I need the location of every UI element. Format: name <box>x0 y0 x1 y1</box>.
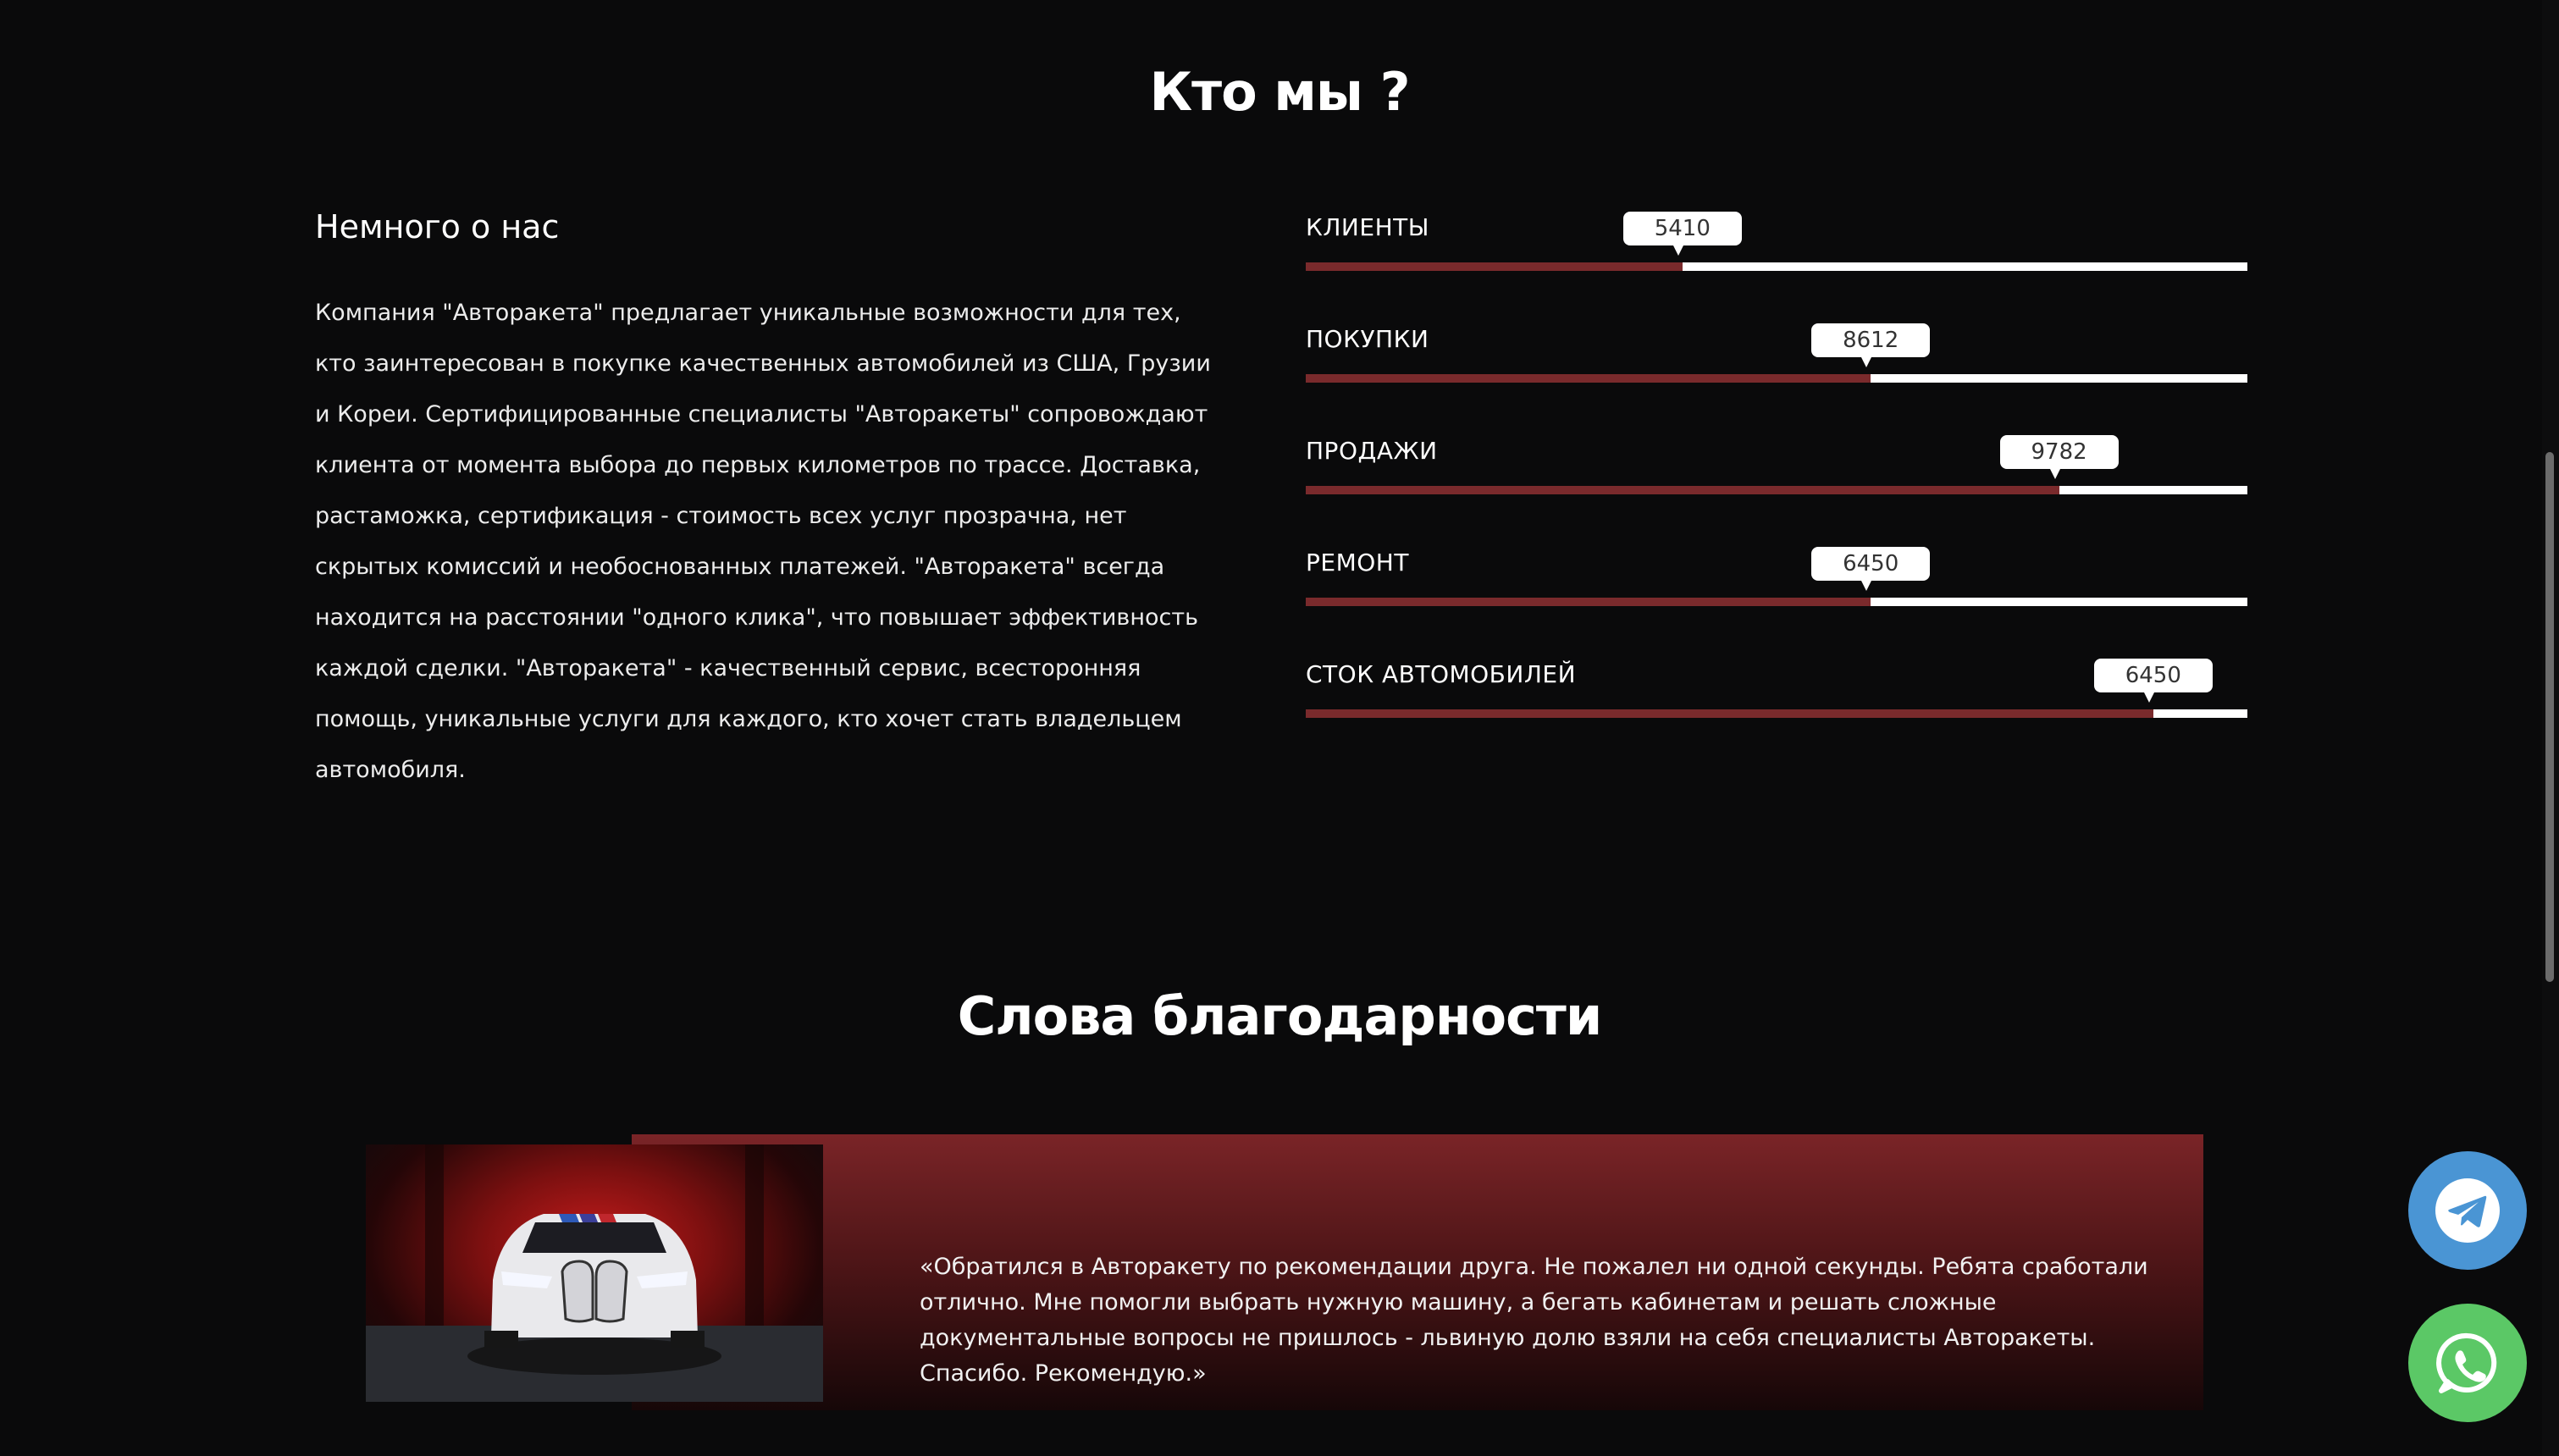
progress-track <box>1306 262 2247 271</box>
progress-track <box>1306 598 2247 606</box>
stat-value-bubble: 6450 <box>2093 659 2213 703</box>
telegram-icon <box>2435 1178 2500 1243</box>
telegram-button[interactable] <box>2408 1151 2527 1270</box>
progress-fill <box>1306 709 2153 718</box>
about-heading: Немного о нас <box>315 208 560 245</box>
about-text: Компания "Авторакета" предлагает уникаль… <box>315 300 1211 783</box>
stat-value-bubble: 8612 <box>1811 323 1931 367</box>
testimonial-quote: «Обратился в Авторакету по рекомендации … <box>920 1254 2148 1387</box>
stat-value-bubble: 5410 <box>1622 212 1742 256</box>
section-title-who-we-are: Кто мы ? <box>1149 61 1410 123</box>
car-illustration <box>366 1144 823 1402</box>
whatsapp-icon <box>2436 1332 2497 1393</box>
page: Кто мы ? Немного о нас Компания "Авторак… <box>0 0 2559 1456</box>
stat-label: КЛИЕНТЫ <box>1306 213 1429 241</box>
stat-clients: КЛИЕНТЫ 5410 <box>1306 203 2247 279</box>
stat-sales: ПРОДАЖИ 9782 <box>1306 427 2247 503</box>
progress-fill <box>1306 598 1871 606</box>
stat-car-stock: СТОК АВТОМОБИЛЕЙ 6450 <box>1306 650 2247 726</box>
stat-label: ПОКУПКИ <box>1306 325 1429 353</box>
progress-fill <box>1306 486 2059 494</box>
stat-label: СТОК АВТОМОБИЛЕЙ <box>1306 660 1577 688</box>
stat-label: РЕМОНТ <box>1306 549 1409 576</box>
progress-track <box>1306 486 2247 494</box>
stat-purchases: ПОКУПКИ 8612 <box>1306 315 2247 391</box>
stat-label: ПРОДАЖИ <box>1306 437 1438 465</box>
stat-repair: РЕМОНТ 6450 <box>1306 538 2247 615</box>
stat-value-bubble: 6450 <box>1811 547 1931 591</box>
progress-fill <box>1306 374 1871 383</box>
progress-track <box>1306 374 2247 383</box>
stat-value-bubble: 9782 <box>1999 435 2119 479</box>
progress-fill <box>1306 262 1683 271</box>
progress-track <box>1306 709 2247 718</box>
testimonial-card: «Обратился в Авторакету по рекомендации … <box>366 1134 2203 1410</box>
section-title-thanks: Слова благодарности <box>957 985 1603 1047</box>
scrollbar-thumb[interactable] <box>2545 452 2554 982</box>
whatsapp-button[interactable] <box>2408 1304 2527 1422</box>
testimonial-car-photo <box>366 1144 823 1402</box>
